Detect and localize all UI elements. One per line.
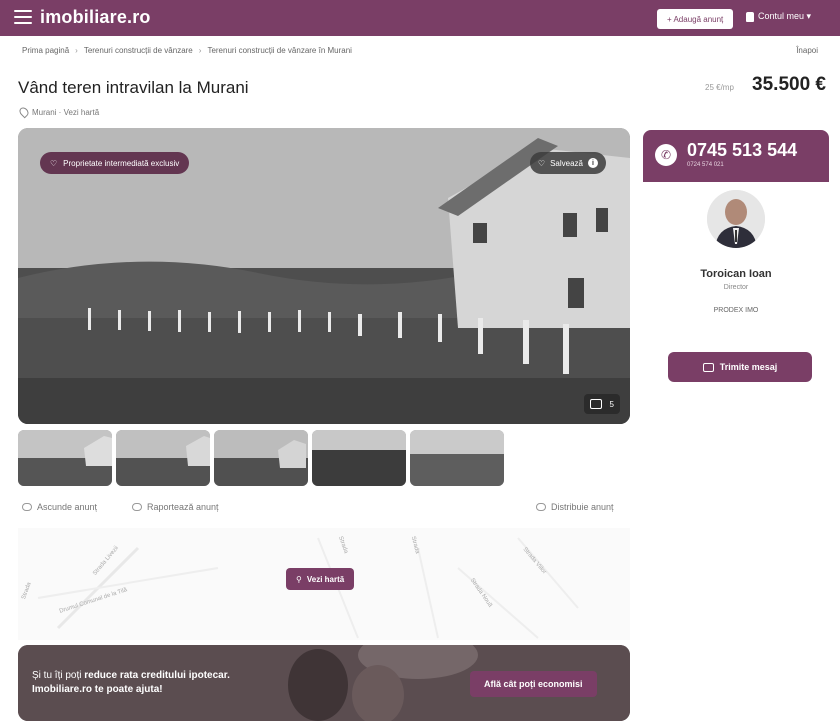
flag-icon — [132, 503, 142, 511]
agent-agency[interactable]: PRODEX IMO — [643, 307, 829, 314]
banner-text: Și tu îți poți reduce rata creditului ip… — [32, 669, 230, 697]
view-map-label: Vezi hartă — [306, 574, 345, 584]
price-per-sqm: 25 €/mp — [705, 83, 734, 92]
breadcrumb-item-location[interactable]: Terenuri construcții de vânzare în Muran… — [207, 46, 352, 55]
listing-location[interactable]: Murani · Vezi hartă — [17, 105, 100, 119]
breadcrumb: Prima pagină › Terenuri construcții de v… — [22, 46, 352, 55]
share-icon — [536, 503, 546, 511]
view-map-button[interactable]: ⚲ Vezi hartă — [286, 568, 355, 590]
share-listing-action[interactable]: Distribuie anunț — [536, 502, 614, 512]
save-button[interactable]: ♡ Salvează i — [529, 152, 606, 174]
map-preview[interactable]: Strada Livezii Drumul Comunal de la Tilă… — [18, 528, 630, 640]
phone-reveal-box[interactable]: ✆ 0745 513 544 0724 574 021 — [643, 130, 829, 182]
agent-portrait — [707, 190, 765, 248]
hamburger-menu-icon[interactable] — [14, 10, 32, 24]
agent-phone-secondary: 0724 574 021 — [687, 162, 724, 168]
banner-line1-prefix: Și tu îți poți — [32, 670, 85, 681]
add-listing-button[interactable]: + Adaugă anunț — [657, 9, 734, 29]
thumbnail[interactable] — [18, 430, 112, 486]
agent-name[interactable]: Toroican Ioan — [643, 268, 829, 280]
thumbnail-image — [18, 430, 112, 486]
calculate-savings-button[interactable]: Află cât poți economisi — [470, 671, 597, 697]
diamond-icon: ♡ — [50, 158, 58, 168]
thumbnail-image — [410, 430, 504, 486]
listing-price: 35.500 € — [752, 74, 826, 95]
eye-off-icon — [22, 503, 32, 511]
account-label: Contul meu ▾ — [758, 11, 812, 21]
account-menu[interactable]: Contul meu ▾ — [746, 11, 811, 22]
save-label: Salvează — [550, 158, 583, 168]
heart-icon: ♡ — [537, 158, 546, 168]
message-icon — [702, 362, 714, 372]
back-link[interactable]: Înapoi — [796, 46, 818, 55]
photo-count-button[interactable]: 5 — [583, 394, 620, 414]
breadcrumb-item-home[interactable]: Prima pagină — [22, 46, 69, 55]
thumbnail[interactable] — [410, 430, 504, 486]
breadcrumb-item-category[interactable]: Terenuri construcții de vânzare — [84, 46, 193, 55]
banner-line2: Imobiliare.ro te poate ajuta! — [32, 684, 163, 695]
thumbnail[interactable] — [116, 430, 210, 486]
gallery-icon — [589, 399, 602, 409]
top-navigation-bar: imobiliare.ro + Adaugă anunț Contul meu … — [0, 0, 840, 36]
location-pin-icon — [17, 105, 31, 119]
agent-role: Director — [723, 284, 749, 291]
share-listing-label: Distribuie anunț — [551, 502, 614, 512]
thumbnail[interactable] — [214, 430, 308, 486]
breadcrumb-separator: › — [75, 46, 78, 55]
thumbnail[interactable] — [312, 430, 406, 486]
info-icon[interactable]: i — [588, 158, 598, 168]
listing-title: Vând teren intravilan la Murani — [18, 78, 249, 97]
hide-listing-label: Ascunde anunț — [37, 502, 98, 512]
map-pin-icon: ⚲ — [296, 574, 302, 584]
phone-icon: ✆ — [655, 144, 677, 166]
send-message-label: Trimite mesaj — [719, 362, 778, 372]
photo-count: 5 — [609, 399, 614, 409]
main-photo[interactable]: ♡ Proprietate intermediată exclusiv ♡ Sa… — [18, 128, 630, 424]
report-listing-label: Raportează anunț — [147, 502, 219, 512]
mortgage-banner[interactable]: Și tu îți poți reduce rata creditului ip… — [18, 645, 630, 721]
site-logo[interactable]: imobiliare.ro — [40, 7, 151, 28]
location-text: Murani · Vezi hartă — [32, 107, 100, 117]
thumbnail-image — [312, 430, 406, 486]
banner-line1-bold: reduce rata creditului ipotecar. — [84, 670, 230, 681]
send-message-button[interactable]: Trimite mesaj — [668, 352, 812, 382]
exclusive-badge-label: Proprietate intermediată exclusiv — [63, 158, 180, 168]
breadcrumb-separator: › — [198, 46, 202, 55]
thumbnail-strip — [18, 430, 504, 486]
report-listing-action[interactable]: Raportează anunț — [132, 502, 219, 512]
hide-listing-action[interactable]: Ascunde anunț — [22, 502, 97, 512]
thumbnail-image — [214, 430, 308, 486]
agent-avatar — [707, 190, 765, 248]
thumbnail-image — [116, 430, 210, 486]
user-icon — [746, 11, 754, 22]
agent-phone[interactable]: 0745 513 544 — [687, 140, 797, 161]
exclusive-badge: ♡ Proprietate intermediată exclusiv — [40, 152, 190, 174]
